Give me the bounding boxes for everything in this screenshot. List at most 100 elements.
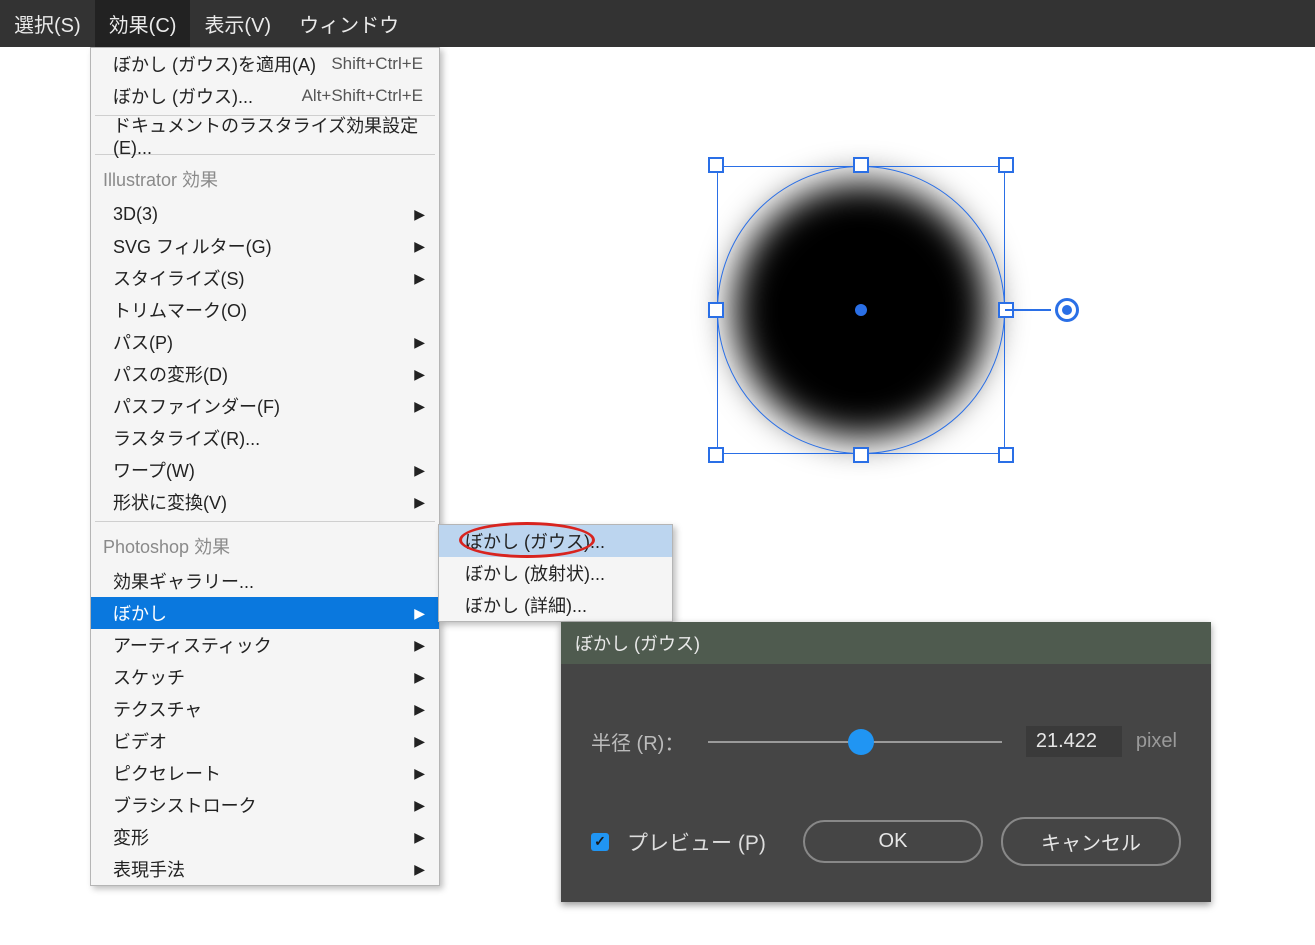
submenu-arrow-icon: ▶ xyxy=(414,637,425,654)
radius-unit: pixel xyxy=(1132,730,1181,753)
shortcut: Shift+Ctrl+E xyxy=(331,54,423,74)
menu-pathfinder[interactable]: パスファインダー(F)▶ xyxy=(91,390,439,422)
menu-convert-shape[interactable]: 形状に変換(V)▶ xyxy=(91,486,439,518)
menu-distort-ps[interactable]: 変形▶ xyxy=(91,821,439,853)
submenu-arrow-icon: ▶ xyxy=(414,494,425,511)
menu-item-label: 3D(3) xyxy=(113,204,423,225)
submenu-arrow-icon: ▶ xyxy=(414,270,425,287)
submenu-arrow-icon: ▶ xyxy=(414,861,425,878)
menu-item-label: ぼかし xyxy=(113,600,423,626)
menu-item-label: パス(P) xyxy=(113,329,423,355)
menu-view[interactable]: 表示(V) xyxy=(190,0,285,47)
submenu-label: ぼかし (放射状)... xyxy=(465,560,605,586)
submenu-radial-blur[interactable]: ぼかし (放射状)... xyxy=(439,557,672,589)
menu-video[interactable]: ビデオ▶ xyxy=(91,725,439,757)
submenu-arrow-icon: ▶ xyxy=(414,366,425,383)
section-photoshop-effects: Photoshop 効果 xyxy=(91,525,439,565)
submenu-arrow-icon: ▶ xyxy=(414,829,425,846)
menu-effect-gallery[interactable]: 効果ギャラリー... xyxy=(91,565,439,597)
menu-item-label: スケッチ xyxy=(113,664,423,690)
menu-item-label: SVG フィルター(G) xyxy=(113,233,423,259)
submenu-arrow-icon: ▶ xyxy=(414,669,425,686)
handle-top-right[interactable] xyxy=(998,157,1014,173)
menu-svg-filters[interactable]: SVG フィルター(G)▶ xyxy=(91,230,439,262)
menu-blur[interactable]: ぼかし▶ xyxy=(91,597,439,629)
menu-warp[interactable]: ワープ(W)▶ xyxy=(91,454,439,486)
handle-left-mid[interactable] xyxy=(708,302,724,318)
menu-brush-strokes[interactable]: ブラシストローク▶ xyxy=(91,789,439,821)
section-illustrator-effects: Illustrator 効果 xyxy=(91,158,439,198)
menu-sketch[interactable]: スケッチ▶ xyxy=(91,661,439,693)
rotate-line xyxy=(1005,309,1051,311)
handle-bottom-mid[interactable] xyxy=(853,447,869,463)
gaussian-blur-dialog: ぼかし (ガウス) 半径 (R)： 21.422 pixel ✓ プレビュー (… xyxy=(561,622,1211,902)
submenu-arrow-icon: ▶ xyxy=(414,462,425,479)
menu-label: ウィンドウ xyxy=(299,9,399,38)
menu-distort[interactable]: パスの変形(D)▶ xyxy=(91,358,439,390)
radius-row: 半径 (R)： 21.422 pixel xyxy=(591,726,1181,757)
menu-item-label: 変形 xyxy=(113,824,423,850)
menu-texture[interactable]: テクスチャ▶ xyxy=(91,693,439,725)
submenu-gaussian-blur[interactable]: ぼかし (ガウス)... xyxy=(439,525,672,557)
menu-item-label: テクスチャ xyxy=(113,696,423,722)
radius-label: 半径 (R)： xyxy=(591,727,684,756)
menu-stylize-ps[interactable]: 表現手法▶ xyxy=(91,853,439,885)
dialog-body: 半径 (R)： 21.422 pixel ✓ プレビュー (P) OK キャンセ… xyxy=(561,664,1211,902)
menu-label: 選択(S) xyxy=(14,9,81,38)
menu-item-label: トリムマーク(O) xyxy=(113,297,423,323)
menu-item-label: ラスタライズ(R)... xyxy=(113,425,423,451)
menu-apply-last-effect[interactable]: ぼかし (ガウス)を適用(A) Shift+Ctrl+E xyxy=(91,48,439,80)
handle-bottom-right[interactable] xyxy=(998,447,1014,463)
ok-button[interactable]: OK xyxy=(803,820,983,863)
radius-input[interactable]: 21.422 xyxy=(1026,726,1122,757)
menu-artistic[interactable]: アーティスティック▶ xyxy=(91,629,439,661)
radius-slider[interactable] xyxy=(708,741,1002,743)
menu-path[interactable]: パス(P)▶ xyxy=(91,326,439,358)
selection-bbox[interactable] xyxy=(717,166,1005,454)
submenu-arrow-icon: ▶ xyxy=(414,701,425,718)
menu-item-label: 形状に変換(V) xyxy=(113,489,423,515)
menu-item-label: パスファインダー(F) xyxy=(113,393,423,419)
menu-item-label: ワープ(W) xyxy=(113,457,423,483)
menu-item-label: ぼかし (ガウス)を適用(A) xyxy=(113,51,331,77)
menu-item-label: ピクセレート xyxy=(113,760,423,786)
menu-item-label: 効果ギャラリー... xyxy=(113,568,423,594)
menu-effect[interactable]: 効果(C) xyxy=(95,0,191,47)
slider-knob[interactable] xyxy=(848,729,874,755)
menu-last-effect-dialog[interactable]: ぼかし (ガウス)... Alt+Shift+Ctrl+E xyxy=(91,80,439,112)
submenu-label: ぼかし (詳細)... xyxy=(465,592,587,618)
menu-item-label: ドキュメントのラスタライズ効果設定(E)... xyxy=(113,112,423,159)
menubar: 選択(S) 効果(C) 表示(V) ウィンドウ xyxy=(0,0,1315,47)
menu-item-label: スタイライズ(S) xyxy=(113,265,423,291)
menu-item-label: パスの変形(D) xyxy=(113,361,423,387)
submenu-arrow-icon: ▶ xyxy=(414,334,425,351)
shortcut: Alt+Shift+Ctrl+E xyxy=(302,86,423,106)
menu-stylize[interactable]: スタイライズ(S)▶ xyxy=(91,262,439,294)
menu-crop-marks[interactable]: トリムマーク(O) xyxy=(91,294,439,326)
menu-item-label: アーティスティック xyxy=(113,632,423,658)
handle-top-mid[interactable] xyxy=(853,157,869,173)
rotate-handle[interactable] xyxy=(1055,298,1079,322)
effects-menu: ぼかし (ガウス)を適用(A) Shift+Ctrl+E ぼかし (ガウス)..… xyxy=(90,47,440,886)
menu-item-label: ビデオ xyxy=(113,728,423,754)
cancel-button[interactable]: キャンセル xyxy=(1001,817,1181,866)
handle-bottom-left[interactable] xyxy=(708,447,724,463)
menu-separator xyxy=(95,521,435,522)
preview-checkbox[interactable]: ✓ xyxy=(591,833,609,851)
submenu-smart-blur[interactable]: ぼかし (詳細)... xyxy=(439,589,672,621)
submenu-arrow-icon: ▶ xyxy=(414,797,425,814)
center-point xyxy=(855,304,867,316)
preview-label: プレビュー (P) xyxy=(627,827,766,857)
handle-top-left[interactable] xyxy=(708,157,724,173)
submenu-arrow-icon: ▶ xyxy=(414,206,425,223)
menu-3d[interactable]: 3D(3)▶ xyxy=(91,198,439,230)
menu-label: 表示(V) xyxy=(204,9,271,38)
menu-window[interactable]: ウィンドウ xyxy=(285,0,413,47)
dialog-buttons-row: ✓ プレビュー (P) OK キャンセル xyxy=(591,817,1181,866)
menu-pixelate[interactable]: ピクセレート▶ xyxy=(91,757,439,789)
menu-select[interactable]: 選択(S) xyxy=(0,0,95,47)
menu-rasterize[interactable]: ラスタライズ(R)... xyxy=(91,422,439,454)
menu-doc-raster-settings[interactable]: ドキュメントのラスタライズ効果設定(E)... xyxy=(91,119,439,151)
submenu-arrow-icon: ▶ xyxy=(414,733,425,750)
menu-item-label: ブラシストローク xyxy=(113,792,423,818)
